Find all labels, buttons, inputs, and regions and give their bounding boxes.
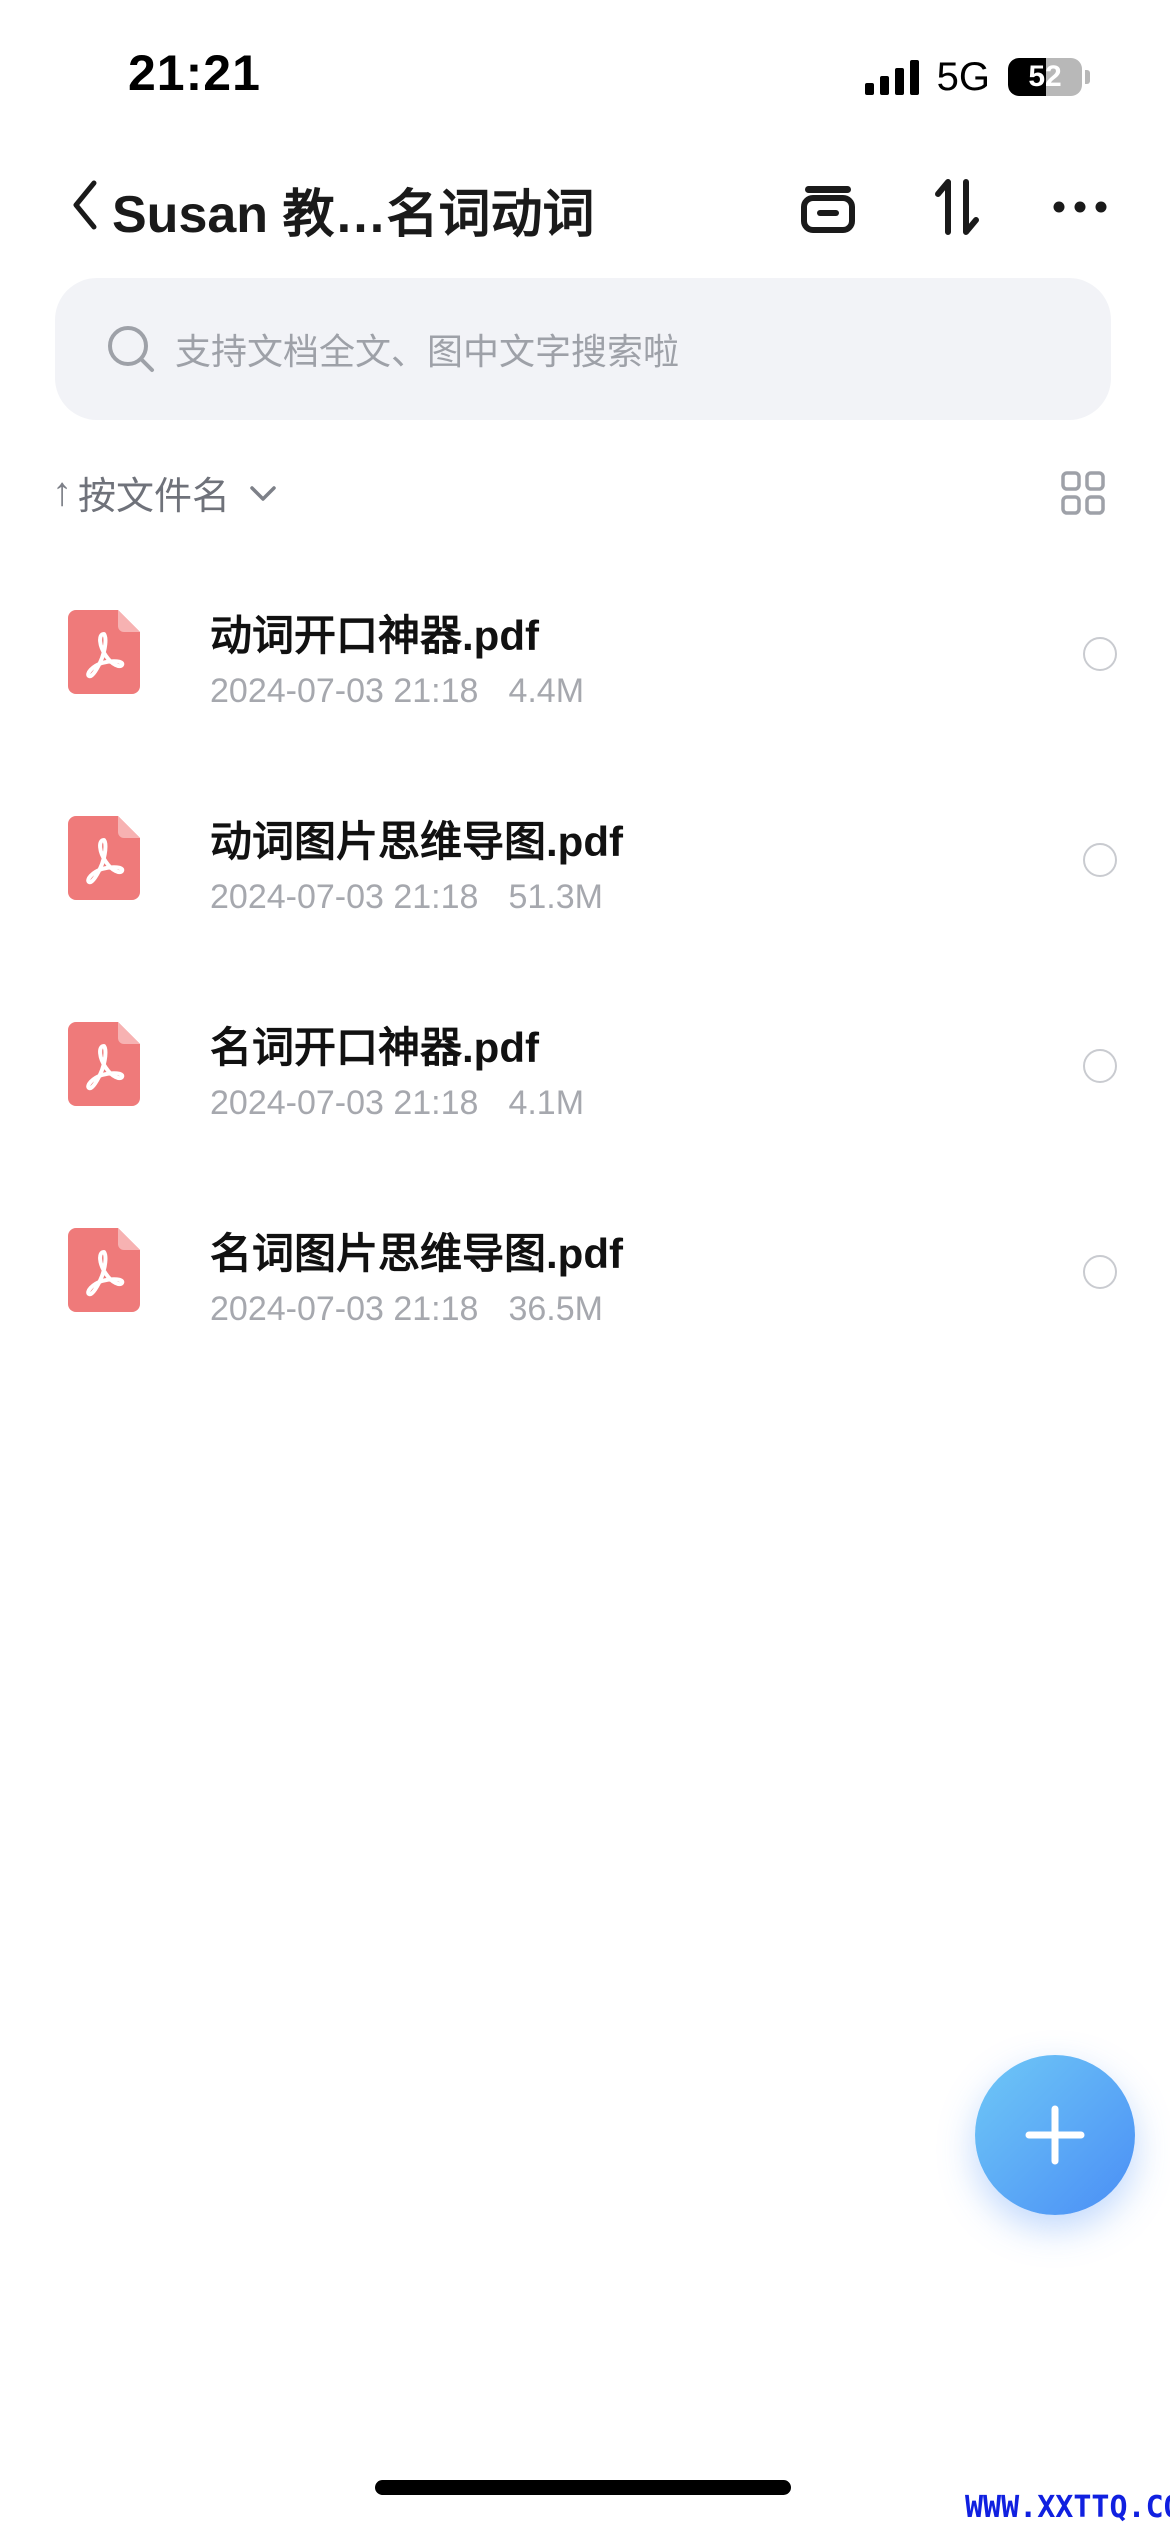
file-meta: 2024-07-03 21:18 4.4M bbox=[210, 672, 584, 711]
file-list: 动词开口神器.pdf 2024-07-03 21:18 4.4M 动词图片思维导图… bbox=[0, 560, 1170, 1384]
grid-view-button[interactable] bbox=[1060, 470, 1106, 516]
pdf-file-icon bbox=[68, 1228, 140, 1312]
watermark: WWW.XXTTQ.COM bbox=[965, 2490, 1170, 2525]
back-button[interactable] bbox=[60, 170, 110, 240]
grid-view-icon bbox=[1061, 471, 1105, 515]
file-date: 2024-07-03 21:18 bbox=[210, 1290, 479, 1328]
plus-icon bbox=[1025, 2105, 1085, 2165]
sort-direction-arrow: ↑ bbox=[52, 470, 72, 514]
battery-percent: 52 bbox=[1028, 60, 1062, 93]
file-date: 2024-07-03 21:18 bbox=[210, 672, 479, 710]
select-radio[interactable] bbox=[1083, 1049, 1117, 1083]
add-file-button[interactable] bbox=[975, 2055, 1135, 2215]
pdf-file-icon bbox=[68, 610, 140, 694]
more-icon bbox=[1053, 201, 1107, 213]
file-date: 2024-07-03 21:18 bbox=[210, 878, 479, 916]
sort-selector[interactable]: ↑ 按文件名 bbox=[52, 465, 280, 520]
file-name: 动词图片思维导图.pdf bbox=[210, 818, 623, 865]
network-label: 5G bbox=[936, 54, 990, 99]
pdf-file-icon bbox=[68, 816, 140, 900]
file-browser-screen: 21:21 5G 52 Susan 教…名词动词 支持文档全文、图中文字搜索啦 … bbox=[0, 0, 1170, 2532]
battery-icon: 52 bbox=[1008, 58, 1090, 96]
file-row[interactable]: 动词开口神器.pdf 2024-07-03 21:18 4.4M bbox=[0, 560, 1170, 766]
select-radio[interactable] bbox=[1083, 1255, 1117, 1289]
file-date: 2024-07-03 21:18 bbox=[210, 1084, 479, 1122]
file-size: 4.1M bbox=[508, 1084, 585, 1122]
file-size: 4.4M bbox=[508, 672, 585, 710]
file-row[interactable]: 动词图片思维导图.pdf 2024-07-03 21:18 51.3M bbox=[0, 766, 1170, 972]
sort-arrows-icon bbox=[935, 179, 979, 235]
signal-icon bbox=[864, 59, 919, 95]
page-title: Susan 教…名词动词 bbox=[112, 186, 595, 244]
file-row[interactable]: 名词图片思维导图.pdf 2024-07-03 21:18 36.5M bbox=[0, 1178, 1170, 1384]
search-input[interactable]: 支持文档全文、图中文字搜索啦 bbox=[55, 278, 1111, 420]
home-indicator[interactable] bbox=[375, 2480, 791, 2495]
archive-button[interactable] bbox=[793, 172, 863, 242]
file-meta: 2024-07-03 21:18 4.1M bbox=[210, 1084, 584, 1123]
search-placeholder: 支持文档全文、图中文字搜索啦 bbox=[175, 331, 680, 372]
file-row[interactable]: 名词开口神器.pdf 2024-07-03 21:18 4.1M bbox=[0, 972, 1170, 1178]
more-button[interactable] bbox=[1045, 172, 1115, 242]
pdf-file-icon bbox=[68, 1022, 140, 1106]
status-indicators: 5G 52 bbox=[864, 52, 1090, 102]
file-name: 名词开口神器.pdf bbox=[210, 1024, 539, 1071]
sort-label: 按文件名 bbox=[78, 476, 231, 518]
file-name: 动词开口神器.pdf bbox=[210, 612, 539, 659]
select-radio[interactable] bbox=[1083, 843, 1117, 877]
chevron-down-icon bbox=[250, 485, 276, 501]
file-name: 名词图片思维导图.pdf bbox=[210, 1230, 623, 1277]
file-size: 36.5M bbox=[508, 1290, 603, 1328]
archive-icon bbox=[801, 186, 855, 233]
chevron-left-icon bbox=[73, 180, 97, 230]
file-size: 51.3M bbox=[508, 878, 603, 916]
search-icon bbox=[108, 326, 154, 372]
select-radio[interactable] bbox=[1083, 637, 1117, 671]
status-time: 21:21 bbox=[128, 45, 261, 101]
file-meta: 2024-07-03 21:18 51.3M bbox=[210, 878, 603, 917]
file-meta: 2024-07-03 21:18 36.5M bbox=[210, 1290, 603, 1329]
sort-button[interactable] bbox=[922, 172, 992, 242]
